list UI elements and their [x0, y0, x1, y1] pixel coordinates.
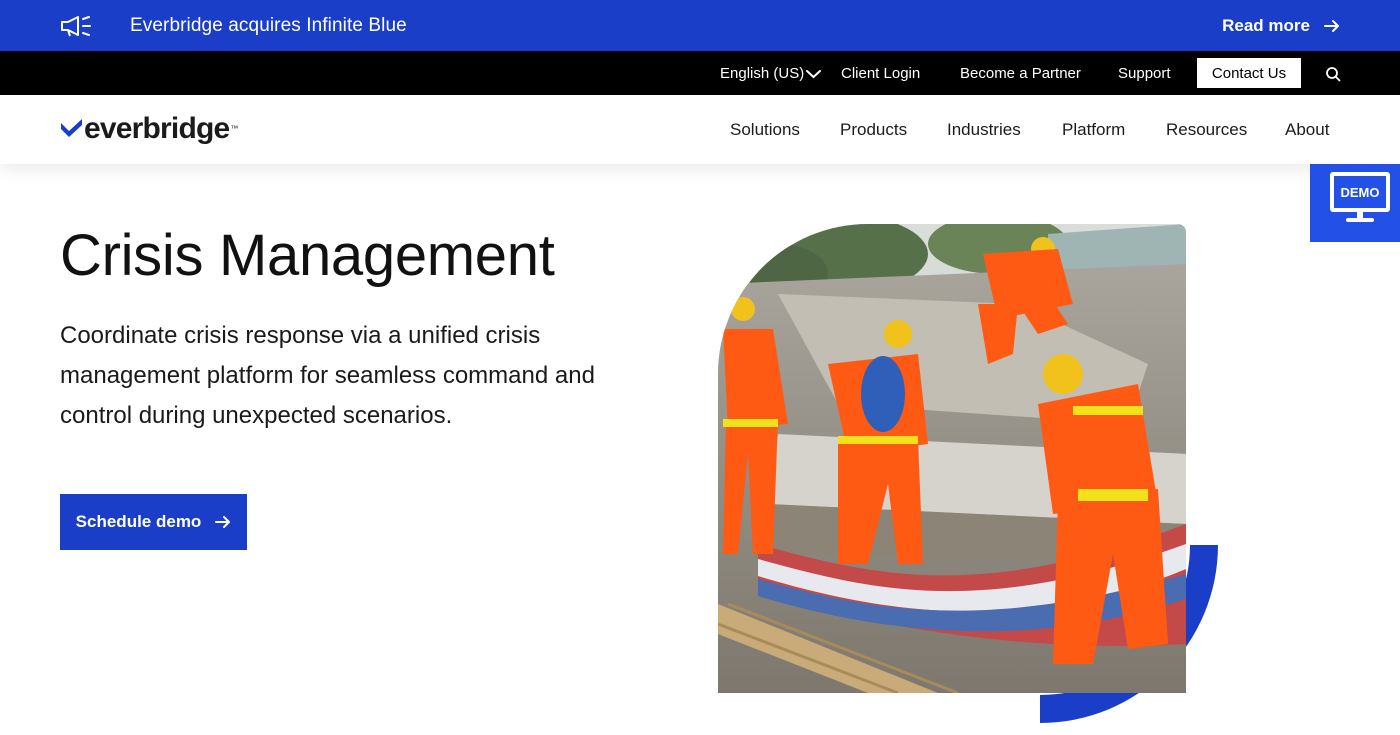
- main-navigation: everbridge ™ Solutions Products Industri…: [0, 95, 1400, 164]
- hero-image-rescue-workers: [718, 224, 1186, 693]
- logo-trademark: ™: [230, 124, 239, 133]
- nav-item-platform[interactable]: Platform: [1062, 120, 1125, 140]
- nav-item-resources[interactable]: Resources: [1166, 120, 1247, 140]
- search-icon[interactable]: [1325, 66, 1341, 82]
- demo-label: DEMO: [1340, 184, 1380, 200]
- monitor-base: [1346, 218, 1374, 222]
- client-login-link[interactable]: Client Login: [841, 65, 920, 82]
- nav-item-industries[interactable]: Industries: [947, 120, 1021, 140]
- language-selector[interactable]: English (US): [720, 65, 822, 82]
- support-link[interactable]: Support: [1118, 65, 1171, 82]
- schedule-demo-button[interactable]: Schedule demo: [60, 494, 247, 550]
- nav-item-products[interactable]: Products: [840, 120, 907, 140]
- monitor-icon: DEMO: [1330, 172, 1390, 212]
- read-more-label: Read more: [1222, 16, 1310, 35]
- chevron-down-icon: [806, 69, 822, 78]
- language-label: English (US): [720, 65, 805, 82]
- logo-checkmark-icon: [61, 119, 82, 137]
- demo-floating-tab[interactable]: DEMO: [1310, 164, 1400, 242]
- arrow-right-icon: [1324, 20, 1339, 32]
- logo-wordmark: everbridge: [84, 112, 230, 145]
- contact-us-button[interactable]: Contact Us: [1197, 58, 1301, 88]
- utility-bar: English (US) Client Login Become a Partn…: [0, 51, 1400, 95]
- schedule-demo-label: Schedule demo: [75, 512, 202, 531]
- announcement-bar: Everbridge acquires Infinite Blue Read m…: [0, 0, 1400, 51]
- megaphone-icon: [61, 16, 91, 37]
- nav-item-solutions[interactable]: Solutions: [730, 120, 800, 140]
- hero-subtitle: Coordinate crisis response via a unified…: [60, 322, 595, 429]
- read-more-link[interactable]: Read more: [1222, 16, 1340, 36]
- nav-item-about[interactable]: About: [1285, 120, 1329, 140]
- become-partner-link[interactable]: Become a Partner: [960, 65, 1081, 82]
- everbridge-logo[interactable]: everbridge ™: [60, 112, 238, 146]
- page-title: Crisis Management: [60, 223, 555, 288]
- announcement-text: Everbridge acquires Infinite Blue: [130, 15, 407, 36]
- arrow-right-icon: [215, 516, 231, 528]
